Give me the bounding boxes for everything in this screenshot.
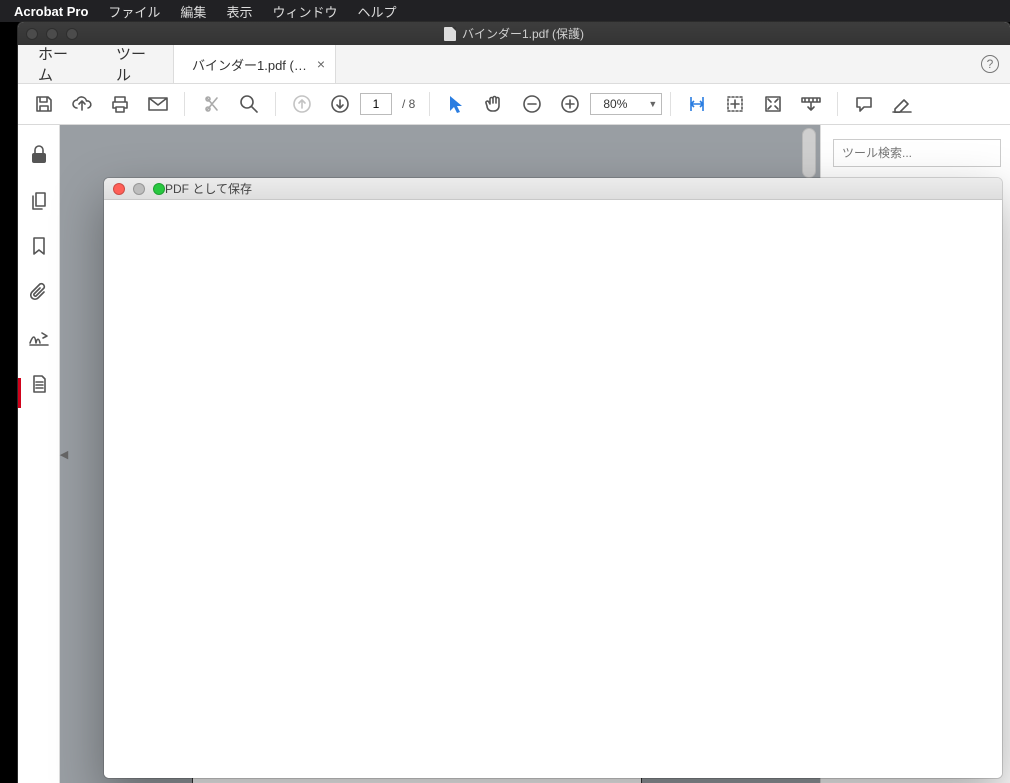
dialog-title-text: PDF として保存 [165, 182, 252, 196]
menu-edit[interactable]: 編集 [180, 2, 206, 21]
window-title: バインダー1.pdf (保護) [18, 25, 1010, 42]
window-zoom-icon[interactable] [66, 28, 78, 40]
zoom-select[interactable]: 80% ▼ [590, 93, 662, 115]
hand-icon [484, 94, 504, 114]
save-button[interactable] [26, 86, 62, 122]
read-mode-button[interactable] [793, 86, 829, 122]
close-tab-icon[interactable]: × [317, 57, 325, 71]
document-tab[interactable]: バインダー1.pdf (… × [174, 45, 336, 83]
macos-menubar: Acrobat Pro ファイル 編集 表示 ウィンドウ ヘルプ [0, 0, 1010, 22]
print-icon [110, 94, 130, 114]
save-as-pdf-dialog: PDF として保存 [104, 178, 1002, 778]
page-total-label: / 8 [402, 97, 415, 111]
tab-home-label: ホーム [38, 43, 76, 85]
cloud-icon [71, 94, 93, 114]
vertical-scrollbar[interactable] [802, 128, 816, 178]
window-close-icon[interactable] [26, 28, 38, 40]
print-button[interactable] [102, 86, 138, 122]
cloud-upload-button[interactable] [64, 86, 100, 122]
fullscreen-button[interactable] [755, 86, 791, 122]
magnifier-icon [239, 94, 259, 114]
dialog-title: PDF として保存 [165, 180, 252, 197]
tab-home[interactable]: ホーム [18, 45, 96, 83]
window-titlebar: バインダー1.pdf (保護) [18, 22, 1010, 45]
dialog-zoom-icon[interactable] [153, 183, 165, 195]
rail-active-indicator [18, 378, 21, 408]
expand-icon [763, 94, 783, 114]
plus-circle-icon [560, 94, 580, 114]
signature-icon [28, 329, 50, 347]
tool-search-input[interactable] [833, 139, 1001, 167]
bookmark-icon [31, 236, 47, 256]
email-button[interactable] [140, 86, 176, 122]
left-nav-rail [18, 125, 60, 783]
rail-layers-button[interactable] [21, 369, 57, 399]
search-button[interactable] [231, 86, 267, 122]
fit-page-button[interactable] [717, 86, 753, 122]
arrow-up-circle-icon [292, 94, 312, 114]
select-tool-button[interactable] [438, 86, 474, 122]
dialog-close-icon[interactable] [113, 183, 125, 195]
rail-security-button[interactable] [21, 139, 57, 169]
tab-tools[interactable]: ツール [96, 45, 174, 83]
main-toolbar: / 8 80% ▼ [18, 84, 1010, 125]
rail-attachments-button[interactable] [21, 277, 57, 307]
document-tab-label: バインダー1.pdf (… [192, 55, 307, 74]
rail-collapse-handle[interactable]: ◀ [59, 432, 69, 476]
speech-bubble-icon [854, 94, 874, 114]
minus-circle-icon [522, 94, 542, 114]
rail-bookmarks-button[interactable] [21, 231, 57, 261]
comment-button[interactable] [846, 86, 882, 122]
dialog-traffic-lights[interactable] [104, 183, 165, 195]
zoom-out-button[interactable] [514, 86, 550, 122]
help-button[interactable]: ? [970, 45, 1010, 83]
save-icon [34, 94, 54, 114]
help-icon: ? [981, 55, 999, 73]
highlighter-icon [891, 95, 913, 113]
tab-tools-label: ツール [116, 43, 153, 85]
dialog-body [104, 200, 1002, 778]
highlight-button[interactable] [884, 86, 920, 122]
rail-signatures-button[interactable] [21, 323, 57, 353]
dialog-titlebar: PDF として保存 [104, 178, 1002, 200]
fit-width-button[interactable] [679, 86, 715, 122]
menu-file[interactable]: ファイル [108, 2, 160, 21]
paperclip-icon [30, 282, 48, 302]
scissors-icon [201, 94, 221, 114]
fit-page-icon [725, 94, 745, 114]
menu-help[interactable]: ヘルプ [357, 2, 396, 21]
page-number-input[interactable] [360, 93, 392, 115]
app-name: Acrobat Pro [14, 4, 88, 19]
menu-view[interactable]: 表示 [226, 2, 252, 21]
zoom-in-button[interactable] [552, 86, 588, 122]
zoom-value: 80% [603, 97, 627, 111]
page-down-button[interactable] [322, 86, 358, 122]
envelope-icon [147, 96, 169, 112]
window-minimize-icon[interactable] [46, 28, 58, 40]
menu-window[interactable]: ウィンドウ [272, 2, 337, 21]
hand-tool-button[interactable] [476, 86, 512, 122]
page-up-button[interactable] [284, 86, 320, 122]
lock-icon [30, 144, 48, 164]
arrow-down-circle-icon [330, 94, 350, 114]
pdf-file-icon [444, 27, 456, 41]
cursor-icon [448, 94, 464, 114]
rail-pages-button[interactable] [21, 185, 57, 215]
fit-width-icon [687, 94, 707, 114]
tab-bar: ホーム ツール バインダー1.pdf (… × ? [18, 45, 1010, 84]
dialog-minimize-icon[interactable] [133, 183, 145, 195]
cut-button[interactable] [193, 86, 229, 122]
pages-icon [29, 190, 49, 210]
window-title-text: バインダー1.pdf (保護) [462, 25, 584, 42]
window-traffic-lights[interactable] [18, 28, 78, 40]
chevron-down-icon: ▼ [648, 99, 657, 109]
document-icon [30, 374, 48, 394]
read-icon [800, 95, 822, 113]
